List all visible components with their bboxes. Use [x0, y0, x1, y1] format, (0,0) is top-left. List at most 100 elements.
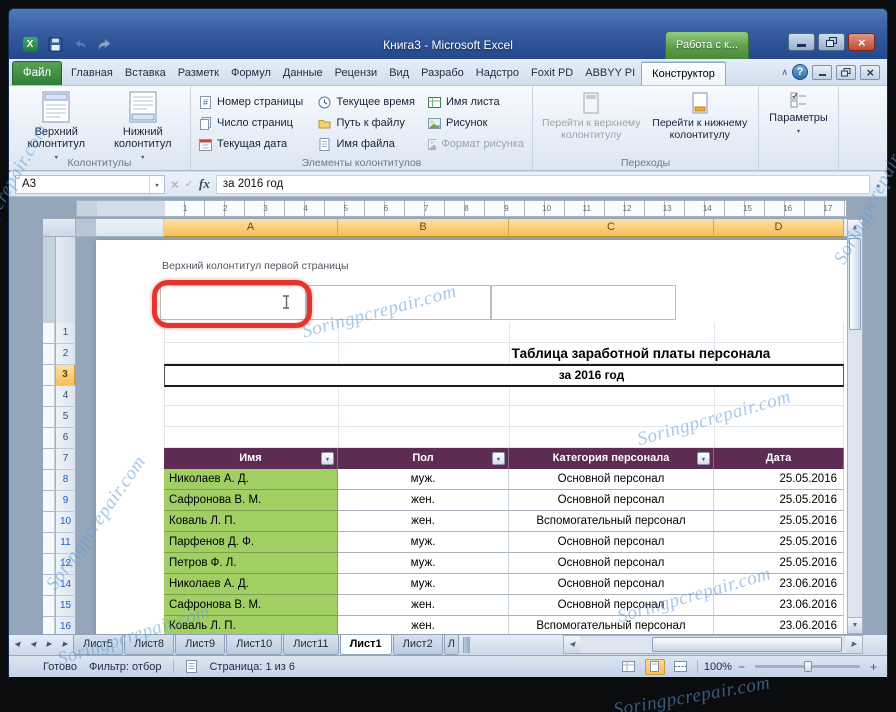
- enter-entry-icon[interactable]: ✓: [185, 179, 193, 190]
- header-button[interactable]: Верхний колонтитул: [13, 89, 99, 164]
- expand-formula-bar-icon[interactable]: [876, 175, 881, 193]
- tab-home[interactable]: Главная: [65, 62, 119, 85]
- scroll-left-button[interactable]: [564, 636, 580, 653]
- cancel-entry-icon[interactable]: [171, 177, 179, 192]
- cell-name[interactable]: Николаев А. Д.: [164, 469, 338, 490]
- page-number-button[interactable]: # Номер страницы: [195, 94, 314, 110]
- row-header[interactable]: 9: [56, 491, 76, 512]
- sheet-tab[interactable]: Лист11: [283, 635, 338, 655]
- restore-button[interactable]: [818, 33, 845, 51]
- scroll-down-button[interactable]: [848, 617, 862, 633]
- row-header[interactable]: 1: [56, 323, 76, 344]
- cell-gender[interactable]: муж.: [338, 532, 509, 553]
- row-header[interactable]: 7: [56, 449, 76, 470]
- sheet-title-cell[interactable]: Таблица заработной платы персонала: [451, 344, 831, 364]
- tab-addins[interactable]: Надстро: [470, 62, 525, 85]
- current-date-button[interactable]: Текущая дата: [195, 136, 314, 152]
- zoom-in-button[interactable]: [870, 661, 877, 673]
- table-header-category[interactable]: Категория персонала: [509, 448, 714, 469]
- qat-customize-button[interactable]: [121, 35, 139, 53]
- zoom-level-button[interactable]: 100%: [704, 661, 732, 673]
- tab-design-active[interactable]: Конструктор: [641, 62, 726, 85]
- cell-name[interactable]: Сафронова В. М.: [164, 490, 338, 511]
- row-header[interactable]: 5: [56, 407, 76, 428]
- undo-button[interactable]: [71, 35, 89, 53]
- cell-category[interactable]: Основной персонал: [509, 469, 714, 490]
- cell-category[interactable]: Основной персонал: [509, 574, 714, 595]
- footer-button[interactable]: Нижний колонтитул: [100, 89, 186, 164]
- sheet-tab[interactable]: Лист9: [175, 635, 225, 655]
- cell-gender[interactable]: жен.: [338, 595, 509, 616]
- zoom-slider[interactable]: [755, 665, 860, 668]
- zoom-out-button[interactable]: [738, 661, 745, 673]
- normal-view-button[interactable]: [619, 659, 639, 675]
- cell-date[interactable]: 25.05.2016: [714, 490, 844, 511]
- picture-button[interactable]: Рисунок: [424, 115, 528, 131]
- filter-button[interactable]: [697, 452, 710, 465]
- tab-file[interactable]: Файл: [12, 61, 62, 85]
- tab-page-layout[interactable]: Разметк: [172, 62, 225, 85]
- tab-review[interactable]: Рецензи: [329, 62, 384, 85]
- next-sheet-button[interactable]: [41, 635, 57, 655]
- cell-gender[interactable]: муж.: [338, 574, 509, 595]
- row-header[interactable]: 14: [56, 575, 76, 596]
- cell-category[interactable]: Основной персонал: [509, 532, 714, 553]
- file-name-button[interactable]: Имя файла: [314, 136, 424, 152]
- cell-gender[interactable]: жен.: [338, 616, 509, 634]
- tab-abbyy[interactable]: ABBYY PI: [579, 62, 641, 85]
- row-header[interactable]: 12: [56, 554, 76, 575]
- options-button[interactable]: Параметры: [764, 89, 834, 138]
- cell-date[interactable]: 23.06.2016: [714, 574, 844, 595]
- row-header[interactable]: 16: [56, 617, 76, 634]
- collapse-ribbon-icon[interactable]: [781, 67, 788, 78]
- sheet-tab[interactable]: Лист5: [73, 635, 123, 655]
- cell-date[interactable]: 23.06.2016: [714, 595, 844, 616]
- doc-restore-button[interactable]: [836, 65, 856, 80]
- prev-sheet-button[interactable]: [25, 635, 41, 655]
- tab-data[interactable]: Данные: [277, 62, 329, 85]
- filter-button[interactable]: [492, 452, 505, 465]
- column-header-d[interactable]: D: [714, 219, 844, 237]
- filter-button[interactable]: [321, 452, 334, 465]
- table-header-gender[interactable]: Пол: [338, 448, 509, 469]
- goto-header-button[interactable]: Перейти к верхнему колонтитулу: [538, 89, 644, 141]
- cell-category[interactable]: Вспомогательный персонал: [509, 511, 714, 532]
- sheet-tab[interactable]: Лист8: [124, 635, 174, 655]
- cell-name[interactable]: Парфенов Д. Ф.: [164, 532, 338, 553]
- cell-category[interactable]: Основной персонал: [509, 595, 714, 616]
- row-header[interactable]: 6: [56, 428, 76, 449]
- last-sheet-button[interactable]: [57, 635, 73, 655]
- page-layout-view-button[interactable]: [645, 659, 665, 675]
- tab-foxit[interactable]: Foxit PD: [525, 62, 579, 85]
- column-header-a[interactable]: A: [164, 219, 338, 237]
- column-header-b[interactable]: B: [338, 219, 509, 237]
- scroll-right-button[interactable]: [846, 636, 862, 653]
- page-break-view-button[interactable]: [671, 659, 691, 675]
- table-header-name[interactable]: Имя: [164, 448, 338, 469]
- cell-category[interactable]: Основной персонал: [509, 490, 714, 511]
- cell-date[interactable]: 23.06.2016: [714, 616, 844, 634]
- tab-developer[interactable]: Разрабо: [415, 62, 470, 85]
- name-box[interactable]: A3: [15, 175, 165, 194]
- close-button[interactable]: [848, 33, 875, 51]
- zoom-slider-thumb[interactable]: [804, 661, 812, 672]
- horizontal-scroll-thumb[interactable]: [652, 637, 842, 652]
- cell-date[interactable]: 25.05.2016: [714, 532, 844, 553]
- table-header-date[interactable]: Дата: [714, 448, 844, 469]
- insert-function-button[interactable]: fx: [199, 176, 210, 192]
- cell-category[interactable]: Основной персонал: [509, 553, 714, 574]
- horizontal-scrollbar[interactable]: [563, 635, 863, 654]
- vertical-scrollbar[interactable]: [847, 219, 863, 634]
- tab-formulas[interactable]: Формул: [225, 62, 277, 85]
- file-path-button[interactable]: Путь к файлу: [314, 115, 424, 131]
- current-time-button[interactable]: Текущее время: [314, 94, 424, 110]
- row-header[interactable]: 8: [56, 470, 76, 491]
- subtitle-cell[interactable]: за 2016 год: [164, 364, 844, 387]
- sheet-tab[interactable]: Л: [444, 635, 459, 655]
- formula-input[interactable]: за 2016 год: [216, 175, 870, 194]
- horizontal-scroll-track[interactable]: [580, 636, 846, 653]
- row-header[interactable]: 4: [56, 386, 76, 407]
- format-picture-button[interactable]: Формат рисунка: [424, 136, 528, 152]
- doc-minimize-button[interactable]: [812, 65, 832, 80]
- name-box-dropdown[interactable]: [149, 176, 164, 193]
